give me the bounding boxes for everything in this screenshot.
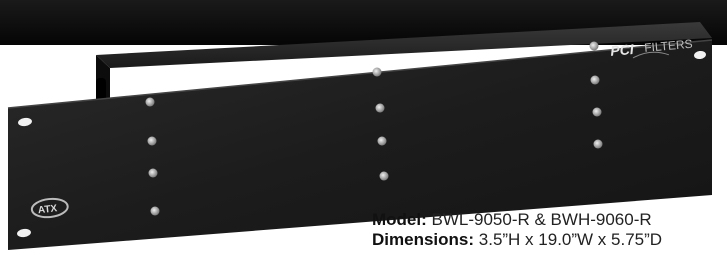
dimensions-label: Dimensions: xyxy=(372,230,475,249)
screw xyxy=(148,168,158,178)
model-value: BWL-9050-R & BWH-9060-R xyxy=(431,210,652,229)
screw xyxy=(150,206,160,216)
screw xyxy=(590,75,600,85)
screw xyxy=(145,97,155,107)
model-label: Model: xyxy=(372,210,427,229)
screw xyxy=(377,136,387,146)
screw xyxy=(375,103,385,113)
dimensions-value: 3.5”H x 19.0”W x 5.75”D xyxy=(478,230,663,249)
screw xyxy=(593,139,603,149)
screw xyxy=(147,136,157,146)
screw xyxy=(592,107,602,117)
svg-text:PCI: PCI xyxy=(610,41,636,59)
svg-text:ATX: ATX xyxy=(37,203,58,216)
screw xyxy=(589,41,599,51)
screw xyxy=(379,171,389,181)
model-spec: Model: BWL-9050-R & BWH-9060-R xyxy=(372,210,652,230)
screw xyxy=(372,67,382,77)
dimensions-spec: Dimensions: 3.5”H x 19.0”W x 5.75”D xyxy=(372,230,662,250)
